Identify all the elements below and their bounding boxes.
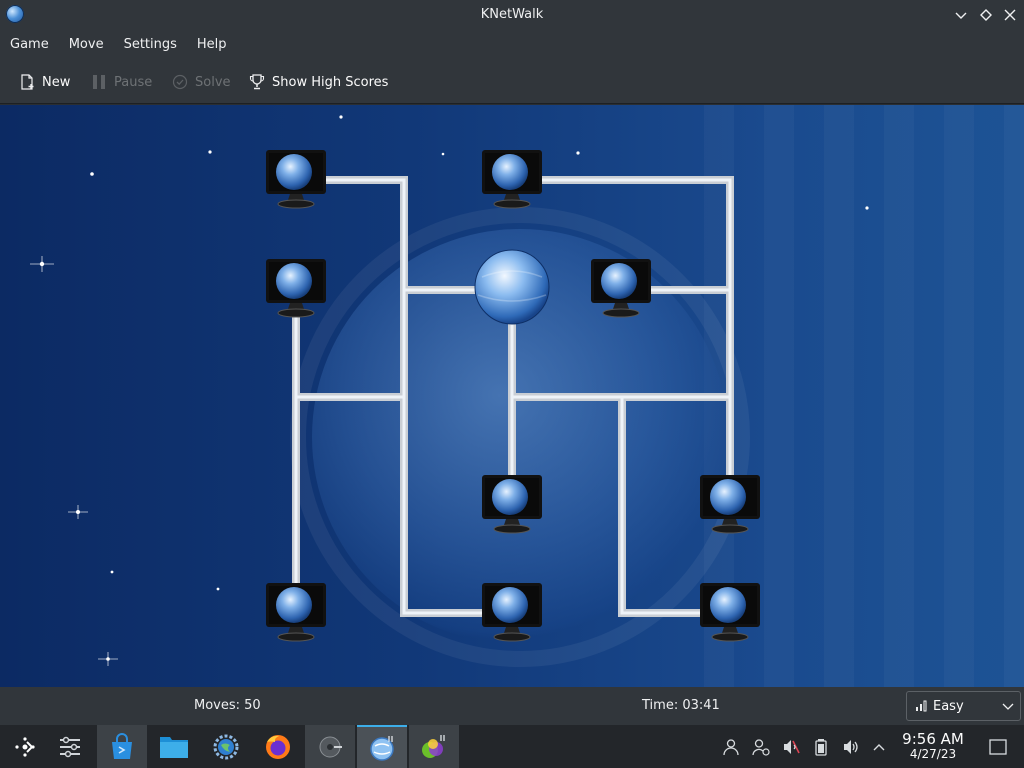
difficulty-value: Easy	[933, 698, 964, 714]
new-game-button[interactable]: New	[18, 72, 70, 92]
menu-bar: Game Move Settings Help	[0, 30, 1024, 60]
menu-settings[interactable]: Settings	[124, 30, 177, 60]
computer-node[interactable]	[481, 474, 543, 534]
show-high-scores-button[interactable]: Show High Scores	[248, 72, 388, 92]
computer-node[interactable]	[699, 582, 761, 642]
clock-date: 4/27/23	[909, 747, 957, 761]
disc-icon	[319, 736, 342, 757]
pause-label: Pause	[114, 74, 153, 90]
maximize-button[interactable]	[975, 4, 997, 26]
new-document-icon	[18, 73, 36, 91]
user-icon[interactable]	[721, 737, 741, 757]
window-title: KNetWalk	[480, 7, 544, 22]
close-button[interactable]	[999, 4, 1021, 26]
system-settings-launcher[interactable]	[45, 725, 95, 768]
solve-button[interactable]: Solve	[171, 72, 231, 92]
chevron-down-icon	[955, 12, 967, 19]
chevron-down-icon	[1002, 703, 1014, 710]
computer-node[interactable]	[265, 149, 327, 209]
steam-deck-logo-icon	[15, 736, 35, 757]
menu-move[interactable]: Move	[69, 30, 104, 60]
status-bar: Moves: 50 Time: 03:41 Easy	[0, 687, 1024, 725]
menu-game[interactable]: Game	[10, 30, 49, 60]
digital-clock[interactable]: 9:56 AM 4/27/23	[898, 731, 968, 761]
browser-globe-launcher[interactable]	[201, 725, 251, 768]
close-icon	[1004, 9, 1016, 21]
moves-counter: Moves: 50	[194, 698, 261, 713]
time-counter: Time: 03:41	[642, 698, 720, 713]
taskbar: 9:56 AM 4/27/23	[0, 725, 1024, 768]
trophy-icon	[248, 73, 266, 91]
folder-icon	[160, 736, 188, 758]
chevron-up-icon[interactable]	[869, 737, 889, 757]
diamond-icon	[980, 9, 992, 21]
computer-node[interactable]	[265, 582, 327, 642]
toolbar: New Pause Solve Show High Scores	[0, 60, 1024, 104]
minimize-button[interactable]	[950, 4, 972, 26]
file-manager-launcher[interactable]	[149, 725, 199, 768]
high-scores-label: Show High Scores	[272, 74, 389, 90]
task-media-app[interactable]	[409, 725, 459, 768]
clock-time: 9:56 AM	[902, 730, 964, 748]
firefox-icon	[266, 734, 290, 759]
pause-icon	[90, 73, 108, 91]
shopping-bag-icon	[112, 732, 132, 759]
discover-store-launcher[interactable]	[97, 725, 147, 768]
computer-node[interactable]	[481, 582, 543, 642]
check-circle-icon	[171, 73, 189, 91]
colorful-orb-icon	[422, 734, 445, 758]
show-desktop-icon[interactable]	[988, 737, 1008, 757]
task-knetwalk[interactable]	[357, 725, 407, 768]
volume-icon[interactable]	[841, 737, 861, 757]
globe-gear-icon	[213, 734, 239, 759]
task-app-manager[interactable]	[305, 725, 355, 768]
computer-node[interactable]	[590, 258, 652, 318]
network-board	[30, 115, 869, 666]
server-globe[interactable]	[474, 249, 550, 325]
user-switch-icon[interactable]	[751, 737, 771, 757]
battery-icon[interactable]	[811, 737, 831, 757]
solve-label: Solve	[195, 74, 231, 90]
title-bar: KNetWalk	[0, 0, 1024, 30]
knetwalk-icon	[370, 735, 394, 761]
speaker-muted-icon[interactable]	[781, 737, 801, 757]
new-game-label: New	[42, 74, 71, 90]
pause-button[interactable]: Pause	[90, 72, 152, 92]
computer-node[interactable]	[265, 258, 327, 318]
network-cables	[292, 176, 734, 617]
game-board[interactable]	[0, 105, 1024, 687]
firefox-launcher[interactable]	[253, 725, 303, 768]
computer-node[interactable]	[699, 474, 761, 534]
menu-help[interactable]: Help	[197, 30, 227, 60]
bar-chart-icon	[915, 700, 927, 712]
sliders-icon	[60, 736, 80, 757]
computer-node[interactable]	[481, 149, 543, 209]
application-launcher-button[interactable]	[0, 725, 50, 768]
difficulty-select[interactable]: Easy	[906, 691, 1021, 721]
